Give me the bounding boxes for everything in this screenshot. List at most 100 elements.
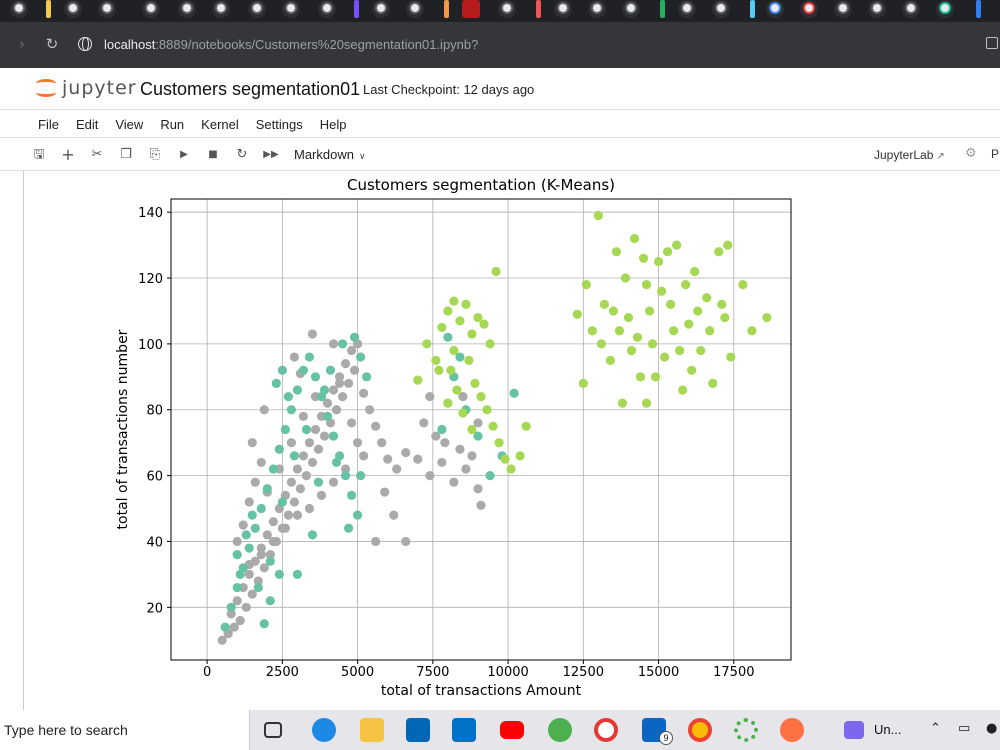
browser-tab[interactable]: [834, 0, 852, 18]
menu-kernel[interactable]: Kernel: [201, 110, 239, 137]
forward-icon[interactable]: ›: [10, 32, 34, 56]
data-point: [443, 398, 453, 408]
network-icon[interactable]: ●: [986, 721, 997, 736]
file-explorer-icon[interactable]: [360, 718, 384, 742]
data-point: [726, 352, 736, 362]
data-point: [461, 464, 471, 474]
url-field[interactable]: localhost:8889/notebooks/Customers%20seg…: [78, 31, 478, 57]
save-icon[interactable]: 🖫: [30, 146, 48, 164]
running-app-label[interactable]: Un...: [874, 722, 901, 737]
menu-settings[interactable]: Settings: [256, 110, 303, 137]
cell-type-select[interactable]: Markdown ∨: [294, 147, 366, 162]
browser-tab[interactable]: [318, 0, 336, 18]
browser-tab[interactable]: [936, 0, 954, 18]
browser-tab[interactable]: [800, 0, 818, 18]
open-external-icon[interactable]: [986, 37, 998, 49]
youtube-icon[interactable]: [500, 721, 524, 739]
gear-icon[interactable]: ⚙: [965, 146, 977, 161]
notebook-title[interactable]: Customers segmentation01: [140, 79, 360, 100]
browser-tab[interactable]: [406, 0, 424, 18]
browser-tab[interactable]: [588, 0, 606, 18]
run-all-icon[interactable]: ▶▶: [262, 146, 280, 164]
task-view-icon[interactable]: [264, 722, 282, 738]
tab-favicon-icon: [375, 2, 387, 14]
data-point: [340, 359, 351, 369]
utorrent-icon[interactable]: [548, 718, 572, 742]
browser-tab[interactable]: [678, 0, 696, 18]
reload-icon[interactable]: ↻: [40, 32, 64, 56]
data-point: [274, 444, 284, 454]
data-point: [596, 339, 606, 349]
browser-tab[interactable]: [868, 0, 886, 18]
browser-tab[interactable]: [212, 0, 230, 18]
y-axis-label: total of transactions number: [115, 329, 131, 529]
browser-tab[interactable]: [902, 0, 920, 18]
browser-tab[interactable]: [98, 0, 116, 18]
browser-tab[interactable]: [178, 0, 196, 18]
data-point: [401, 536, 411, 547]
taskbar-search[interactable]: Type here to search: [0, 710, 250, 750]
chevron-up-icon[interactable]: ⌃: [930, 721, 941, 736]
copy-icon[interactable]: ❐: [117, 146, 135, 164]
data-point: [641, 280, 652, 290]
tab-favicon-icon: [837, 2, 849, 14]
data-point: [247, 438, 257, 448]
x-tick-label: 10000: [487, 665, 528, 680]
browser-tab[interactable]: [142, 0, 160, 18]
jupyterlab-link[interactable]: JupyterLab ↗: [874, 148, 945, 162]
app-icon[interactable]: [780, 718, 804, 742]
data-point: [362, 372, 372, 382]
browser-tab[interactable]: [64, 0, 82, 18]
battery-icon[interactable]: ▭: [958, 721, 970, 736]
data-point: [307, 530, 318, 540]
menu-bar: File Edit View Run Kernel Settings Help: [0, 110, 1000, 138]
browser-tab[interactable]: [712, 0, 730, 18]
data-point: [371, 536, 381, 547]
browser-tab[interactable]: [248, 0, 266, 18]
cut-icon[interactable]: ✂: [88, 146, 106, 164]
browser-tab[interactable]: [462, 0, 480, 18]
data-point: [337, 339, 348, 349]
opera-icon[interactable]: [594, 718, 618, 742]
menu-view[interactable]: View: [115, 110, 143, 137]
edge-icon[interactable]: [312, 718, 336, 742]
paste-icon[interactable]: ⎘: [146, 146, 164, 164]
tab-favicon-icon: [557, 2, 569, 14]
github-icon: [625, 2, 637, 14]
restart-icon[interactable]: ↻: [233, 146, 251, 164]
browser-tab[interactable]: [372, 0, 390, 18]
menu-run[interactable]: Run: [160, 110, 184, 137]
browser-tab[interactable]: [282, 0, 300, 18]
data-point: [353, 510, 363, 520]
data-point: [244, 497, 254, 507]
tab-favicon-icon: [251, 2, 263, 14]
data-point: [611, 247, 622, 257]
data-point: [307, 329, 318, 339]
data-point: [259, 619, 269, 629]
menu-file[interactable]: File: [38, 110, 59, 137]
stop-icon[interactable]: ■: [204, 146, 222, 164]
github-tab[interactable]: [622, 0, 640, 18]
data-point: [256, 503, 266, 514]
chrome-icon[interactable]: [688, 718, 712, 742]
add-cell-icon[interactable]: +: [59, 146, 77, 164]
menu-help[interactable]: Help: [320, 110, 347, 137]
outlook-icon[interactable]: [452, 718, 476, 742]
run-icon[interactable]: ▶: [175, 146, 193, 164]
browser-tab[interactable]: [498, 0, 516, 18]
tab-favicon-icon: [409, 2, 421, 14]
menu-edit[interactable]: Edit: [76, 110, 98, 137]
store-icon[interactable]: [406, 718, 430, 742]
data-point: [304, 503, 315, 514]
data-point: [283, 391, 293, 402]
data-point: [280, 523, 290, 533]
app-icon[interactable]: [734, 718, 758, 742]
data-point: [696, 345, 706, 356]
notebook-area: 0 2500 5000 7500 10000 12500 15000 17500 20 40 60 8…: [0, 171, 1000, 710]
zoom-icon[interactable]: [844, 721, 864, 739]
browser-tab[interactable]: [10, 0, 28, 18]
browser-tab[interactable]: [554, 0, 572, 18]
jupyter-logo[interactable]: jupyter: [36, 76, 137, 100]
google-tab[interactable]: [766, 0, 784, 18]
data-point: [461, 299, 471, 309]
